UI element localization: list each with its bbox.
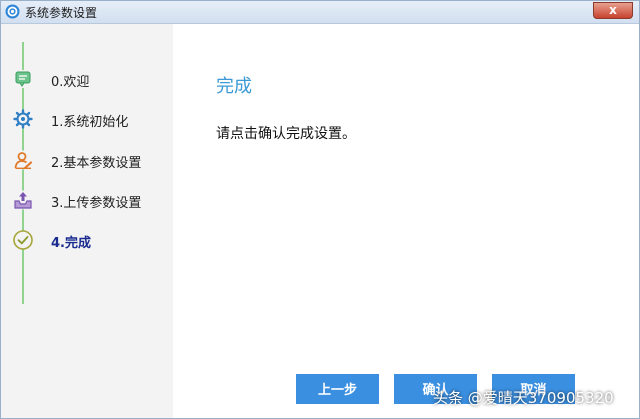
page-title: 完成 bbox=[216, 76, 252, 97]
step-complete[interactable]: 4.完成 bbox=[13, 229, 173, 251]
close-icon: x bbox=[609, 3, 617, 17]
window-title: 系统参数设置 bbox=[25, 6, 98, 20]
watermark: 头条 @爱晴天370905320 bbox=[433, 389, 614, 407]
step-label: 4.完成 bbox=[51, 236, 91, 251]
step-label: 0.欢迎 bbox=[51, 75, 90, 90]
step-upload-params[interactable]: 3.上传参数设置 bbox=[13, 189, 173, 211]
message-icon bbox=[14, 70, 32, 88]
step-label: 1.系统初始化 bbox=[51, 115, 129, 130]
main-panel: 完成 请点击确认完成设置。 上一步 确认 取消 bbox=[173, 24, 639, 418]
step-welcome[interactable]: 0.欢迎 bbox=[13, 68, 173, 90]
steps-sidebar: 0.欢迎 1.系统初始化 2.基本参数设置 3.上传参数设置 4.完成 bbox=[1, 24, 173, 418]
upload-icon bbox=[13, 190, 33, 210]
dialog-window: 系统参数设置 x 0.欢迎 1.系统初始化 2.基本参数设置 3.上传参数设置 … bbox=[0, 0, 640, 419]
step-basic-params[interactable]: 2.基本参数设置 bbox=[13, 149, 173, 171]
app-icon bbox=[5, 4, 20, 19]
gear-icon bbox=[13, 109, 33, 129]
title-bar[interactable]: 系统参数设置 x bbox=[1, 1, 639, 24]
step-system-init[interactable]: 1.系统初始化 bbox=[13, 108, 173, 130]
step-label: 3.上传参数设置 bbox=[51, 196, 142, 211]
check-circle-icon bbox=[13, 230, 33, 250]
instruction-text: 请点击确认完成设置。 bbox=[216, 126, 356, 142]
step-label: 2.基本参数设置 bbox=[51, 156, 142, 171]
prev-step-button[interactable]: 上一步 bbox=[296, 374, 379, 404]
user-edit-icon bbox=[13, 150, 33, 170]
close-button[interactable]: x bbox=[593, 2, 633, 19]
